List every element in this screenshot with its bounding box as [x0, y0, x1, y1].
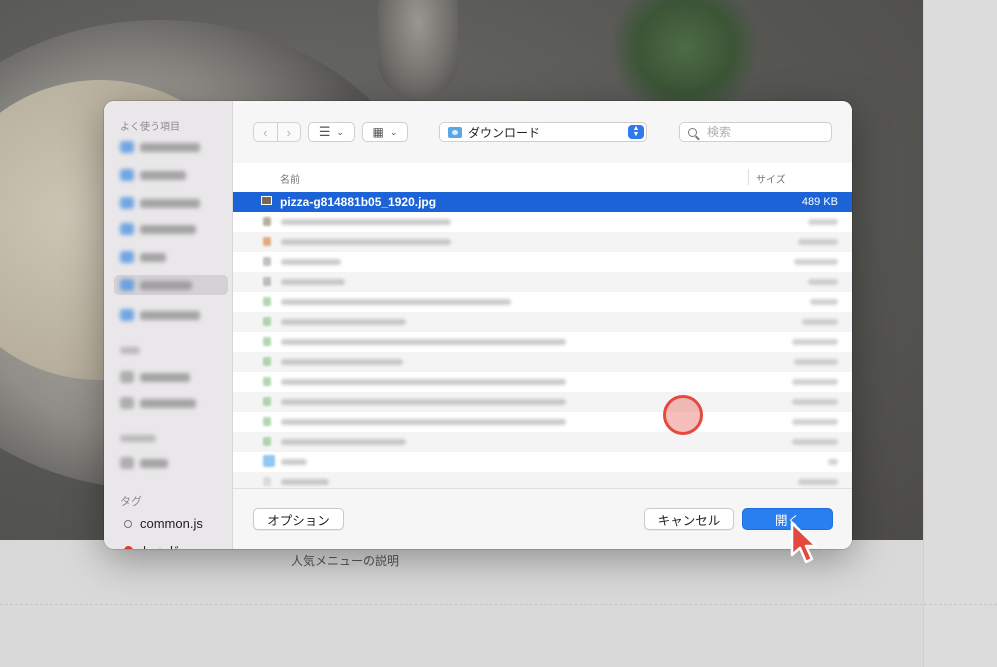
file-row[interactable]	[233, 232, 852, 252]
file-size: 489 KB	[801, 196, 838, 208]
file-row[interactable]	[233, 312, 852, 332]
page-right-gutter	[923, 0, 997, 667]
background-divider	[0, 604, 997, 605]
file-row[interactable]	[233, 252, 852, 272]
chevron-left-icon: ‹	[263, 124, 268, 140]
sidebar-item-location-1[interactable]	[120, 367, 220, 387]
navigation-buttons: ‹ ›	[253, 122, 301, 142]
tag-circle-icon	[124, 519, 132, 528]
location-label: ダウンロード	[468, 125, 541, 140]
file-row[interactable]	[233, 412, 852, 432]
sidebar-item-recents[interactable]	[120, 137, 220, 157]
file-open-dialog: よく使う項目 タグ common.js ‹ › ☰ ⌄ ▦ ⌄ ダウンロード ▲…	[104, 101, 852, 549]
tag-label: common.js	[140, 516, 203, 531]
up-down-arrows-icon: ▲ ▼	[628, 125, 644, 139]
options-button[interactable]: オプション	[253, 508, 344, 530]
icloud-header	[120, 435, 156, 442]
sidebar-item-documents[interactable]	[120, 247, 220, 267]
locations-header	[120, 347, 140, 354]
network-icon	[120, 397, 134, 409]
sidebar-item-applications[interactable]	[120, 193, 220, 213]
location-popup[interactable]: ダウンロード ▲ ▼	[439, 122, 647, 142]
search-input[interactable]	[705, 124, 819, 140]
file-row[interactable]	[233, 472, 852, 488]
list-view-button[interactable]: ☰ ⌄	[308, 122, 355, 142]
disk-icon	[120, 371, 134, 383]
dialog-footer: オプション キャンセル 開く	[233, 488, 852, 549]
open-button[interactable]: 開く	[742, 508, 833, 530]
forward-button[interactable]: ›	[276, 123, 301, 141]
sidebar-item-shared[interactable]	[120, 453, 220, 473]
search-icon	[688, 127, 697, 137]
cloud-icon	[120, 309, 134, 321]
applications-icon	[120, 197, 134, 209]
file-row[interactable]	[233, 352, 852, 372]
cancel-button[interactable]: キャンセル	[644, 508, 734, 530]
sidebar-item-downloads[interactable]	[114, 275, 228, 295]
spoon-image	[378, 0, 458, 100]
download-icon	[120, 279, 134, 291]
chevron-down-icon: ⌄	[336, 126, 345, 137]
column-name-header[interactable]: 名前	[280, 171, 300, 186]
sidebar-item-location-2[interactable]	[120, 393, 220, 413]
mouse-pointer-icon	[790, 521, 818, 564]
sidebar-tag-common[interactable]: common.js	[124, 516, 203, 531]
file-row[interactable]	[233, 212, 852, 232]
tags-header: タグ	[120, 496, 142, 508]
column-separator	[748, 169, 749, 185]
dialog-main: ‹ › ☰ ⌄ ▦ ⌄ ダウンロード ▲▼ 名前	[233, 101, 852, 549]
file-list: 名前 サイズ pizza-g814881b05_1920.jpg 489 KB	[233, 163, 852, 488]
file-list-header: 名前 サイズ	[233, 163, 852, 191]
grid-view-button[interactable]: ▦ ⌄	[362, 122, 408, 142]
sidebar-tag-red[interactable]: レッド	[124, 541, 180, 549]
tag-label: レッド	[141, 541, 180, 549]
tag-red-dot-icon	[124, 546, 133, 549]
search-field[interactable]	[679, 122, 832, 142]
dialog-sidebar: よく使う項目 タグ common.js	[104, 101, 233, 549]
desktop-icon	[120, 223, 134, 235]
downloads-folder-icon	[448, 126, 462, 138]
click-highlight	[663, 395, 703, 435]
folder-icon	[120, 169, 134, 181]
file-row[interactable]	[233, 332, 852, 352]
image-file-icon	[261, 196, 272, 205]
chevron-right-icon: ›	[286, 124, 291, 140]
list-view-icon: ☰	[318, 124, 331, 139]
shared-folder-icon	[120, 457, 134, 469]
column-size-header[interactable]: サイズ	[756, 171, 786, 186]
background-caption: 人気メニューの説明	[291, 554, 400, 568]
clock-icon	[120, 141, 134, 153]
file-name: pizza-g814881b05_1920.jpg	[280, 195, 437, 209]
file-row[interactable]	[233, 372, 852, 392]
file-row[interactable]	[233, 272, 852, 292]
file-row[interactable]	[233, 452, 852, 472]
sidebar-item-desktop[interactable]	[120, 219, 220, 239]
favorites-header: よく使う項目	[120, 122, 180, 133]
chevron-down-icon: ⌄	[389, 126, 398, 137]
file-row[interactable]	[233, 392, 852, 412]
dialog-toolbar: ‹ › ☰ ⌄ ▦ ⌄ ダウンロード ▲ ▼	[233, 101, 852, 164]
back-button[interactable]: ‹	[254, 123, 277, 141]
file-row-selected[interactable]: pizza-g814881b05_1920.jpg 489 KB	[233, 192, 852, 212]
document-icon	[120, 251, 134, 263]
grid-view-icon: ▦	[372, 125, 384, 139]
sidebar-item-cloud[interactable]	[120, 305, 220, 325]
file-row[interactable]	[233, 292, 852, 312]
file-row[interactable]	[233, 432, 852, 452]
sidebar-item-folder[interactable]	[120, 165, 220, 185]
